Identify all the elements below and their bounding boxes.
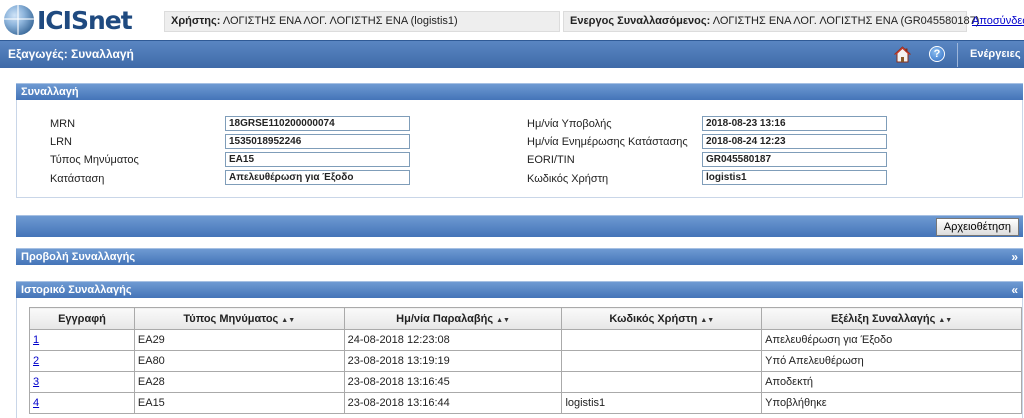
column-header-message-type[interactable]: Τύπος Μηνύματος ▲▼ (133, 307, 345, 330)
actions-menu[interactable]: Ενέργειες (970, 48, 1021, 60)
message-type-cell: EA28 (133, 371, 345, 393)
view-transaction-title-text: Προβολή Συναλλαγής (21, 251, 136, 263)
history-header-row: Εγγραφή Τύπος Μηνύματος ▲▼ Ημ/νία Παραλαβ… (29, 307, 1022, 330)
received-date-cell: 24-08-2018 12:23:08 (343, 329, 563, 351)
submission-date-field: 2018-08-23 13:16 (702, 116, 887, 131)
expand-icon[interactable]: » (1011, 250, 1018, 264)
message-type-cell: EA29 (133, 329, 345, 351)
history-table: Εγγραφή Τύπος Μηνύματος ▲▼ Ημ/νία Παραλαβ… (29, 307, 1022, 414)
user-value: ΛΟΓΙΣΤΗΣ ΕΝΑ ΛΟΓ. ΛΟΓΙΣΤΗΣ ΕΝΑ (logistis… (222, 15, 458, 27)
mrn-label: MRN (50, 118, 76, 130)
message-type-cell: EA15 (133, 392, 345, 414)
sort-icon[interactable]: ▲▼ (281, 317, 295, 324)
user-info-box: Χρήστης: ΛΟΓΙΣΤΗΣ ΕΝΑ ΛΟΓ. ΛΟΓΙΣΤΗΣ ΕΝΑ … (164, 11, 560, 32)
view-transaction-panel-title[interactable]: Προβολή Συναλλαγής » (16, 248, 1023, 265)
column-header-user-code[interactable]: Κωδικός Χρήστη ▲▼ (561, 307, 763, 330)
sort-icon[interactable]: ▲▼ (496, 317, 510, 324)
registration-link[interactable]: 3 (33, 376, 39, 388)
eori-tin-label: EORI/TIN (527, 154, 575, 166)
registration-link[interactable]: 2 (33, 355, 39, 367)
history-panel-title[interactable]: Ιστορικό Συναλλαγής « (16, 281, 1023, 298)
transaction-panel-title: Συναλλαγή (16, 83, 1023, 100)
sort-icon[interactable]: ▲▼ (700, 317, 714, 324)
active-trader-box: Ενεργος Συναλλασόμενος: ΛΟΓΙΣΤΗΣ ΕΝΑ ΛΟΓ… (563, 11, 979, 32)
logout-link[interactable]: Αποσύνδεση (972, 15, 1024, 27)
user-label: Χρήστης: (171, 15, 221, 27)
user-code-cell (561, 350, 763, 372)
progress-cell: Απελευθέρωση για Έξοδο (761, 329, 1022, 351)
message-type-field: EA15 (225, 152, 410, 167)
progress-cell: Υπό Απελευθέρωση (761, 350, 1022, 372)
received-date-cell: 23-08-2018 13:19:19 (343, 350, 563, 372)
column-header-received-date[interactable]: Ημ/νία Παραλαβής ▲▼ (343, 307, 563, 330)
header-divider (957, 43, 958, 67)
globe-icon (4, 5, 34, 35)
received-date-cell: 23-08-2018 13:16:44 (343, 392, 563, 414)
mrn-field: 18GRSE110200000074 (225, 116, 410, 131)
status-field: Απελευθέρωση για Έξοδο (225, 170, 410, 185)
submission-date-label: Ημ/νία Υποβολής (527, 118, 612, 130)
lrn-field: 1535018952246 (225, 134, 410, 149)
icisnet-logo: ICISnet (4, 4, 133, 36)
archive-button[interactable]: Αρχειοθέτηση (935, 218, 1019, 236)
page-header: Εξαγωγές: Συναλλαγή ? Ενέργειες (0, 40, 1024, 68)
active-trader-label: Ενεργος Συναλλασόμενος: (570, 15, 711, 27)
action-bar: Αρχειοθέτηση (16, 215, 1023, 237)
registration-link[interactable]: 4 (33, 397, 39, 409)
user-code-cell: logistis1 (561, 392, 763, 414)
user-code-cell (561, 371, 763, 393)
active-trader-value: ΛΟΓΙΣΤΗΣ ΕΝΑ ΛΟΓ. ΛΟΓΙΣΤΗΣ ΕΝΑ (GR045580… (712, 15, 980, 27)
message-type-cell: EA80 (133, 350, 345, 372)
collapse-icon[interactable]: « (1011, 283, 1018, 297)
table-row: 3 EA28 23-08-2018 13:16:45 Αποδεκτή (29, 371, 1022, 393)
sort-icon[interactable]: ▲▼ (938, 317, 952, 324)
status-label: Κατάσταση (50, 173, 105, 185)
column-header-registration: Εγγραφή (29, 307, 135, 330)
message-type-label: Τύπος Μηνύματος (50, 154, 139, 166)
column-header-progress[interactable]: Εξέλιξη Συναλλαγής ▲▼ (761, 307, 1022, 330)
status-update-date-field: 2018-08-24 12:23 (702, 134, 887, 149)
eori-tin-field: GR045580187 (702, 152, 887, 167)
table-row: 1 EA29 24-08-2018 12:23:08 Απελευθέρωση … (29, 329, 1022, 351)
transaction-panel: MRN 18GRSE110200000074 LRN 1535018952246… (16, 100, 1023, 198)
lrn-label: LRN (50, 136, 73, 148)
received-date-cell: 23-08-2018 13:16:45 (343, 371, 563, 393)
history-panel: Εγγραφή Τύπος Μηνύματος ▲▼ Ημ/νία Παραλαβ… (16, 298, 1023, 418)
home-icon[interactable] (894, 46, 911, 63)
logo-text: ICISnet (37, 5, 133, 35)
history-title-text: Ιστορικό Συναλλαγής (21, 284, 132, 296)
help-icon[interactable]: ? (929, 46, 945, 62)
user-code-field: logistis1 (702, 170, 887, 185)
transaction-panel-title-text: Συναλλαγή (21, 86, 79, 98)
page-title: Εξαγωγές: Συναλλαγή (8, 47, 134, 61)
registration-link[interactable]: 1 (33, 334, 39, 346)
progress-cell: Αποδεκτή (761, 371, 1022, 393)
table-row: 4 EA15 23-08-2018 13:16:44 logistis1 Υπο… (29, 392, 1022, 414)
user-code-cell (561, 329, 763, 351)
progress-cell: Υποβλήθηκε (761, 392, 1022, 414)
user-code-label: Κωδικός Χρήστη (527, 173, 609, 185)
status-update-date-label: Ημ/νία Ενημέρωσης Κατάστασης (527, 136, 688, 148)
table-row: 2 EA80 23-08-2018 13:19:19 Υπό Απελευθέρ… (29, 350, 1022, 372)
top-bar: ICISnet Χρήστης: ΛΟΓΙΣΤΗΣ ΕΝΑ ΛΟΓ. ΛΟΓΙΣ… (0, 0, 1024, 40)
